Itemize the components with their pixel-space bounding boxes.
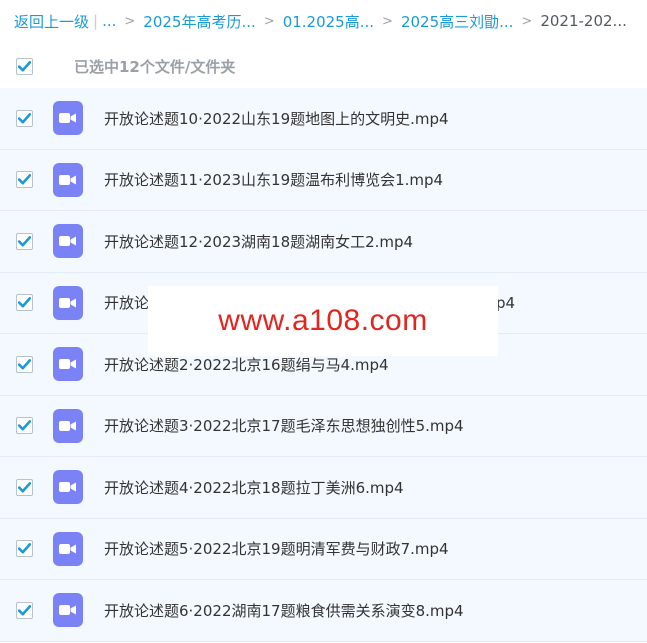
select-all-checkbox[interactable] bbox=[16, 57, 33, 75]
file-row[interactable]: 开放论述题4·2022北京18题拉丁美洲6.mp4 bbox=[0, 457, 647, 519]
chevron-right-icon: > bbox=[263, 13, 275, 29]
back-link[interactable]: 返回上一级 bbox=[14, 11, 89, 32]
check-icon bbox=[18, 604, 31, 616]
watermark-text: www.a108.com bbox=[218, 304, 428, 337]
file-row[interactable]: 开放论述题3·2022北京17题毛泽东思想独创性5.mp4 bbox=[0, 395, 647, 457]
selection-summary: 已选中12个文件/文件夹 bbox=[74, 57, 236, 76]
breadcrumb-item[interactable]: 01.2025高... bbox=[283, 11, 374, 32]
breadcrumb: 返回上一级 | ... > 2025年高考历... > 01.2025高... … bbox=[14, 8, 627, 34]
file-browser-page: 返回上一级 | ... > 2025年高考历... > 01.2025高... … bbox=[0, 0, 647, 643]
check-icon bbox=[18, 60, 31, 71]
watermark-banner: www.a108.com bbox=[148, 286, 498, 356]
video-file-icon bbox=[53, 593, 83, 628]
file-name[interactable]: 开放论述题3·2022北京17题毛泽东思想独创性5.mp4 bbox=[104, 415, 464, 436]
chevron-right-icon: > bbox=[124, 13, 136, 29]
video-file-icon bbox=[53, 285, 83, 320]
file-checkbox[interactable] bbox=[16, 232, 33, 250]
breadcrumb-ellipsis[interactable]: ... bbox=[102, 12, 116, 30]
file-name[interactable]: 开放论述题5·2022北京19题明清军费与财政7.mp4 bbox=[104, 538, 449, 559]
file-row[interactable]: 开放论述题10·2022山东19题地图上的文明史.mp4 bbox=[0, 88, 647, 150]
breadcrumb-current: 2021-202... bbox=[540, 12, 627, 30]
selection-header: 已选中12个文件/文件夹 bbox=[0, 46, 647, 86]
video-file-icon bbox=[53, 531, 83, 566]
check-icon bbox=[18, 297, 31, 308]
check-icon bbox=[18, 481, 31, 493]
video-file-icon bbox=[53, 162, 83, 197]
video-file-icon bbox=[53, 347, 83, 382]
file-name[interactable]: 开放论述题2·2022北京16题绢与马4.mp4 bbox=[104, 354, 389, 375]
file-name[interactable]: 开放论述题6·2022湖南17题粮食供需关系演变8.mp4 bbox=[104, 600, 464, 621]
file-checkbox[interactable] bbox=[16, 171, 33, 189]
video-file-icon bbox=[53, 408, 83, 443]
check-icon bbox=[18, 174, 31, 185]
check-icon bbox=[18, 112, 31, 124]
check-icon bbox=[18, 420, 31, 431]
file-name[interactable]: 开放论 bbox=[104, 292, 149, 313]
file-checkbox[interactable] bbox=[16, 109, 33, 127]
file-name[interactable]: 开放论述题11·2023山东19题温布利博览会1.mp4 bbox=[104, 169, 443, 190]
file-row[interactable]: 开放论述题6·2022湖南17题粮食供需关系演变8.mp4 bbox=[0, 580, 647, 642]
video-file-icon bbox=[53, 224, 83, 259]
file-name[interactable]: 开放论述题10·2022山东19题地图上的文明史.mp4 bbox=[104, 108, 449, 129]
file-row[interactable]: 开放论述题5·2022北京19题明清军费与财政7.mp4 bbox=[0, 518, 647, 580]
file-checkbox[interactable] bbox=[16, 294, 33, 312]
check-icon bbox=[18, 235, 31, 247]
file-name[interactable]: 开放论述题12·2023湖南18题湖南女工2.mp4 bbox=[104, 231, 413, 252]
file-row[interactable]: 开放论述题11·2023山东19题温布利博览会1.mp4 bbox=[0, 149, 647, 211]
file-list: 开放论述题10·2022山东19题地图上的文明史.mp4 开放论述题11·202… bbox=[0, 88, 647, 642]
file-checkbox[interactable] bbox=[16, 478, 33, 496]
breadcrumb-item[interactable]: 2025年高考历... bbox=[143, 11, 255, 32]
file-checkbox[interactable] bbox=[16, 601, 33, 619]
chevron-right-icon: > bbox=[521, 13, 533, 29]
video-file-icon bbox=[53, 470, 83, 505]
file-checkbox[interactable] bbox=[16, 540, 33, 558]
breadcrumb-divider: | bbox=[93, 12, 99, 30]
file-checkbox[interactable] bbox=[16, 355, 33, 373]
chevron-right-icon: > bbox=[382, 13, 393, 29]
file-row[interactable]: 开放论述题12·2023湖南18题湖南女工2.mp4 bbox=[0, 211, 647, 273]
check-icon bbox=[18, 543, 31, 554]
file-name-tail[interactable]: p4 bbox=[496, 294, 515, 312]
file-name[interactable]: 开放论述题4·2022北京18题拉丁美洲6.mp4 bbox=[104, 477, 404, 498]
breadcrumb-item[interactable]: 2025高三刘勖... bbox=[401, 11, 513, 32]
video-file-icon bbox=[53, 101, 83, 136]
check-icon bbox=[18, 358, 31, 370]
file-checkbox[interactable] bbox=[16, 417, 33, 435]
